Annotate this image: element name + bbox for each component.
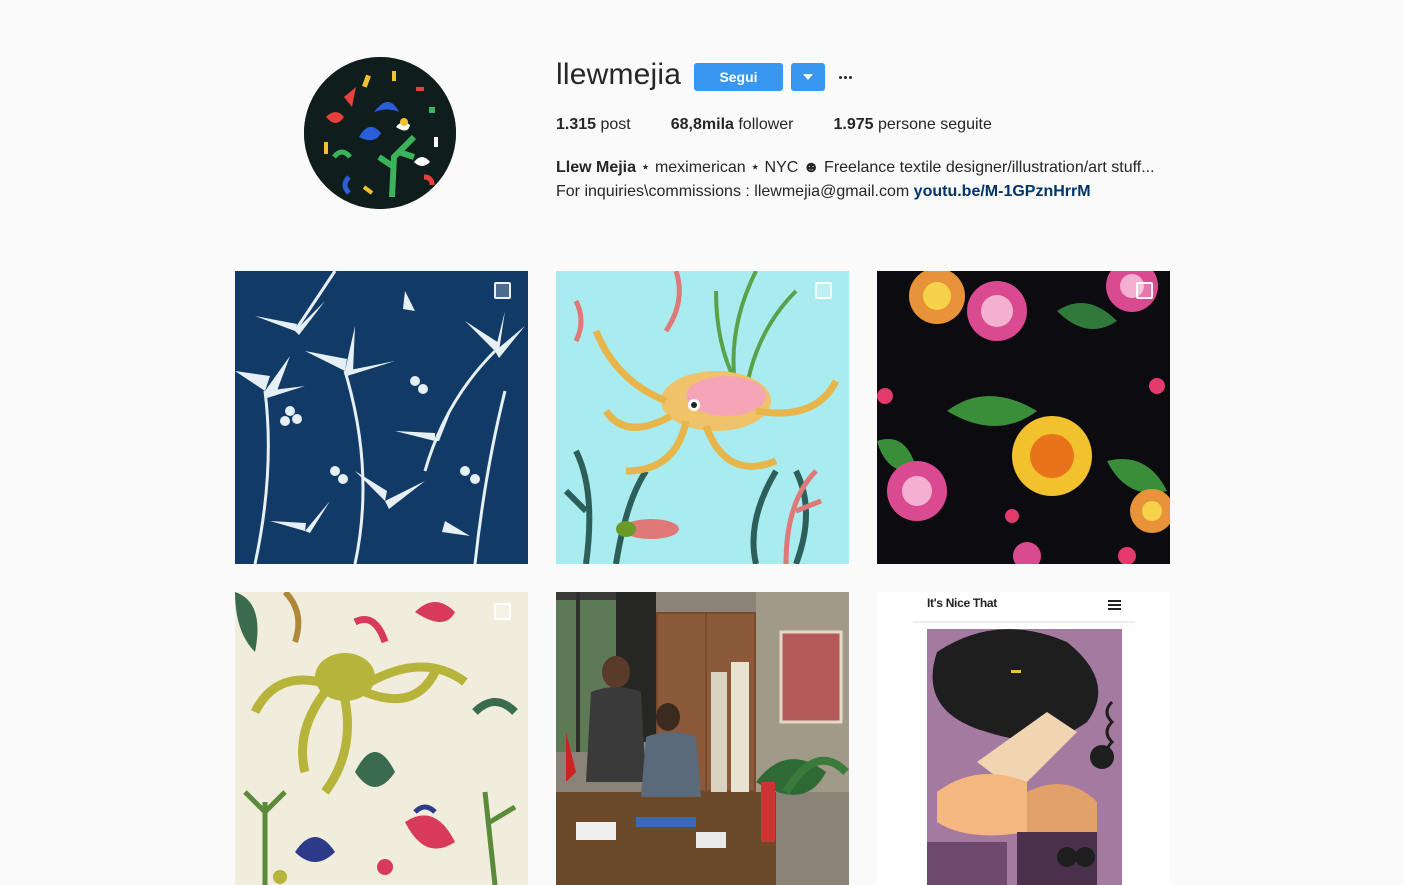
octopus-cream-image [235,592,528,885]
octopus-seaweed-image [556,271,849,564]
followers-stat[interactable]: 68,8mila follower [671,116,794,134]
post-thumbnail-octopus-seaweed[interactable] [556,271,849,564]
posts-label: post [600,116,631,133]
following-count: 1.975 [833,116,874,133]
studio-photo-image [556,592,849,885]
avatar-illustration [304,57,456,209]
multiple-posts-icon [1136,282,1156,302]
multiple-posts-icon [494,603,514,623]
flowers-pattern-image [877,271,1170,564]
palm-pattern-image [235,271,528,564]
chevron-down-icon [803,74,813,80]
more-options-icon[interactable] [836,64,854,90]
its-nice-that-header: It's Nice That [927,596,998,610]
following-stat[interactable]: 1.975 persone seguite [834,116,992,134]
suggestions-dropdown-button[interactable] [791,63,825,91]
profile-bio: Llew Mejia ⋆ meximerican ⋆ NYC ☻ Freelan… [556,156,1156,204]
posts-stat: 1.315 post [556,116,631,134]
followers-label: follower [738,116,794,133]
post-thumbnail-flowers[interactable] [877,271,1170,564]
bio-link[interactable]: youtu.be/M-1GPznHrrM [914,183,1091,200]
following-label: persone seguite [878,116,992,133]
multiple-posts-icon [494,282,514,302]
profile-stats: 1.315 post 68,8mila follower 1.975 perso… [556,116,1032,134]
posts-count: 1.315 [556,116,597,133]
post-thumbnail-its-nice-that[interactable]: It's Nice That [877,592,1170,885]
multiple-posts-icon [815,282,835,302]
follow-button[interactable]: Segui [694,63,783,91]
post-thumbnail-palms[interactable] [235,271,528,564]
post-thumbnail-octopus-cream[interactable] [235,592,528,885]
post-thumbnail-studio[interactable] [556,592,849,885]
its-nice-that-image [877,592,1170,885]
profile-full-name: Llew Mejia [556,159,637,176]
followers-count: 68,8mila [670,116,734,133]
profile-avatar[interactable] [304,57,456,209]
profile-username: llewmejia [556,58,682,91]
